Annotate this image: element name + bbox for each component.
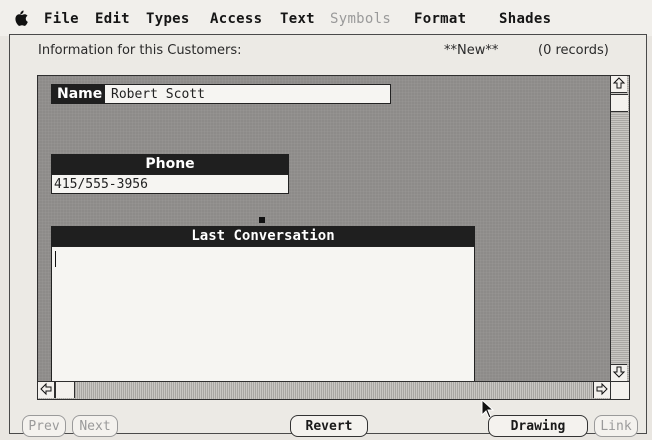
menu-file[interactable]: File (44, 11, 79, 27)
name-field[interactable]: Robert Scott (105, 84, 391, 104)
conversation-field-label: Last Conversation (51, 226, 475, 246)
menu-bar: File Edit Types Access Text Symbols Form… (0, 0, 652, 36)
menu-format[interactable]: Format (414, 11, 466, 27)
grow-box[interactable] (610, 381, 630, 400)
phone-field[interactable]: 415/555-3956 (51, 174, 289, 194)
horizontal-scrollbar[interactable] (37, 381, 611, 400)
revert-button[interactable]: Revert (290, 415, 368, 437)
arrow-left-icon[interactable] (38, 382, 55, 398)
text-cursor (55, 251, 56, 267)
arrow-up-icon[interactable] (611, 76, 627, 93)
horizontal-scroll-thumb[interactable] (55, 382, 75, 398)
link-button[interactable]: Link (594, 415, 638, 437)
customer-form-window: Information for this Customers: **New** … (9, 34, 647, 437)
menu-access[interactable]: Access (210, 11, 262, 27)
menu-edit[interactable]: Edit (95, 11, 130, 27)
record-count: (0 records) (538, 43, 609, 58)
prev-button[interactable]: Prev (22, 415, 66, 437)
form-layout-area: Name Robert Scott Phone 415/555-3956 Las… (37, 75, 611, 419)
window-info-label: Information for this Customers: (38, 43, 242, 58)
menu-shades[interactable]: Shades (499, 11, 551, 27)
menu-text[interactable]: Text (280, 11, 315, 27)
phone-field-label: Phone (51, 154, 289, 174)
arrow-right-icon[interactable] (593, 382, 610, 398)
vertical-scrollbar[interactable] (610, 75, 630, 383)
next-button[interactable]: Next (72, 415, 118, 437)
apple-icon[interactable] (14, 10, 28, 30)
menu-symbols[interactable]: Symbols (330, 11, 391, 27)
conversation-field[interactable] (51, 246, 475, 390)
resize-handle-top[interactable] (259, 217, 265, 223)
info-bar: Information for this Customers: **New** … (10, 43, 646, 63)
arrow-down-icon[interactable] (611, 364, 627, 381)
menu-types[interactable]: Types (146, 11, 190, 27)
name-field-label: Name (51, 84, 105, 104)
vertical-scroll-thumb[interactable] (611, 94, 628, 112)
new-record-indicator: **New** (444, 43, 499, 58)
drawing-button[interactable]: Drawing (488, 415, 588, 437)
